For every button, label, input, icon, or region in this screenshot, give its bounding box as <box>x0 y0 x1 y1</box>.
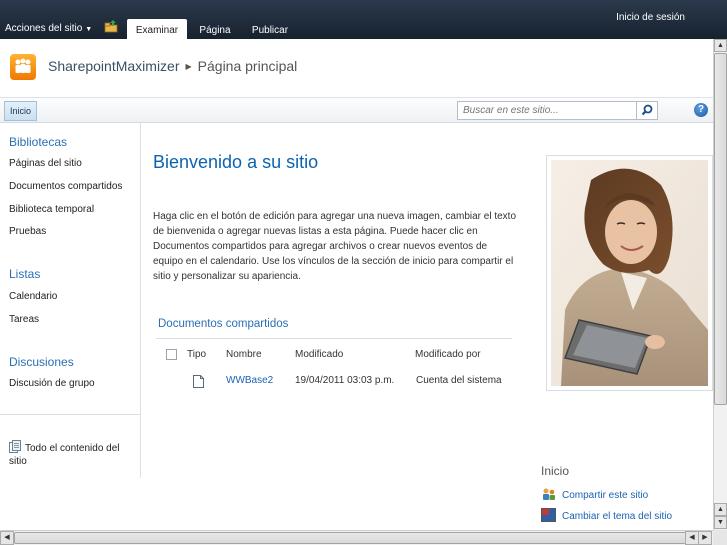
nav-heading-lists[interactable]: Listas <box>9 267 40 281</box>
document-icon <box>193 375 204 388</box>
column-header-modified-by[interactable]: Modificado por <box>415 349 481 360</box>
vertical-scroll-thumb[interactable] <box>714 53 727 405</box>
ribbon: Acciones del sitio ▼ Examinar Página Publ… <box>0 0 727 39</box>
woman-with-tablet-photo <box>551 160 708 386</box>
share-site-icon <box>543 488 555 500</box>
nav-item-calendar[interactable]: Calendario <box>9 291 57 302</box>
welcome-heading: Bienvenido a su sitio <box>153 152 319 172</box>
scrollbar-corner <box>713 530 727 545</box>
nav-heading-libraries[interactable]: Bibliotecas <box>9 135 67 149</box>
change-theme-label: Cambiar el tema del sitio <box>562 511 673 522</box>
column-header-type[interactable]: Tipo <box>187 349 206 360</box>
tab-page[interactable]: Página <box>198 19 232 39</box>
change-theme-icon <box>541 508 556 522</box>
document-name-link[interactable]: WWBase2 <box>226 375 273 386</box>
horizontal-scrollbar[interactable]: ◀ ◀ ▶ <box>0 530 713 545</box>
getting-started-heading: Inicio <box>541 464 570 478</box>
site-actions-label: Acciones del sitio <box>5 23 83 34</box>
scroll-down-icon[interactable]: ▼ <box>714 516 727 529</box>
site-actions-menu[interactable]: Acciones del sitio ▼ <box>5 23 92 34</box>
site-logo[interactable] <box>10 54 36 80</box>
scroll-up-small-icon[interactable]: ▲ <box>714 503 727 516</box>
document-modified-by: Cuenta del sistema <box>416 375 502 386</box>
welcome-text: Haga clic en el botón de edición para ag… <box>153 211 517 282</box>
scroll-right-icon[interactable]: ▶ <box>698 531 712 545</box>
page-title: Página principal <box>197 58 298 74</box>
nav-item-temporary-library[interactable]: Biblioteca temporal <box>9 204 94 215</box>
horizontal-scroll-thumb[interactable] <box>14 532 698 544</box>
nav-heading-discussions[interactable]: Discusiones <box>9 355 74 369</box>
title-area: SharepointMaximizer ▶ Página principal <box>0 39 713 97</box>
welcome-image <box>546 155 713 391</box>
people-icon <box>15 58 31 73</box>
breadcrumb-arrow-icon: ▶ <box>185 62 192 71</box>
quick-launch: Bibliotecas Páginas del sitio Documentos… <box>0 123 141 478</box>
tab-publish[interactable]: Publicar <box>250 19 290 39</box>
share-site-label: Compartir este sitio <box>562 490 649 501</box>
chevron-down-icon: ▼ <box>85 26 93 33</box>
top-navigation: Inicio ? <box>0 97 713 123</box>
document-modified: 19/04/2011 03:03 p.m. <box>295 375 395 386</box>
site-content-icon <box>9 440 21 453</box>
nav-item-tests[interactable]: Pruebas <box>9 226 46 237</box>
column-header-modified[interactable]: Modificado <box>295 349 343 360</box>
nav-item-site-pages[interactable]: Páginas del sitio <box>9 158 82 169</box>
all-site-content-link[interactable]: Todo el contenido del sitio <box>9 440 129 468</box>
nav-item-tasks[interactable]: Tareas <box>9 314 39 325</box>
site-title-link[interactable]: SharepointMaximizer <box>48 58 180 74</box>
change-theme-link[interactable]: Cambiar el tema del sitio <box>541 508 672 522</box>
column-header-name[interactable]: Nombre <box>226 349 262 360</box>
search-input[interactable] <box>457 101 637 120</box>
scroll-up-icon[interactable]: ▲ <box>714 39 727 52</box>
nav-item-shared-documents[interactable]: Documentos compartidos <box>9 181 122 192</box>
nav-divider <box>0 414 140 415</box>
navigate-up-icon[interactable] <box>104 19 118 33</box>
all-site-content-label: Todo el contenido del sitio <box>9 443 120 467</box>
webpart-divider <box>156 338 512 339</box>
help-icon[interactable]: ? <box>694 103 708 117</box>
signin-link[interactable]: Inicio de sesión <box>616 12 685 23</box>
breadcrumb: SharepointMaximizer ▶ Página principal <box>48 58 297 74</box>
tab-browse[interactable]: Examinar <box>127 19 187 39</box>
shared-documents-webpart-title[interactable]: Documentos compartidos <box>158 318 288 330</box>
vertical-scrollbar[interactable]: ▲ ▲ ▼ <box>713 39 727 530</box>
scroll-left-small-icon[interactable]: ◀ <box>685 531 699 545</box>
scroll-left-icon[interactable]: ◀ <box>0 531 14 545</box>
nav-home-tab[interactable]: Inicio <box>4 101 38 121</box>
nav-item-group-discussion[interactable]: Discusión de grupo <box>9 378 95 389</box>
search-button[interactable] <box>637 101 658 120</box>
select-all-checkbox[interactable] <box>166 349 177 360</box>
share-site-link[interactable]: Compartir este sitio <box>541 487 648 501</box>
search-icon <box>641 104 653 116</box>
